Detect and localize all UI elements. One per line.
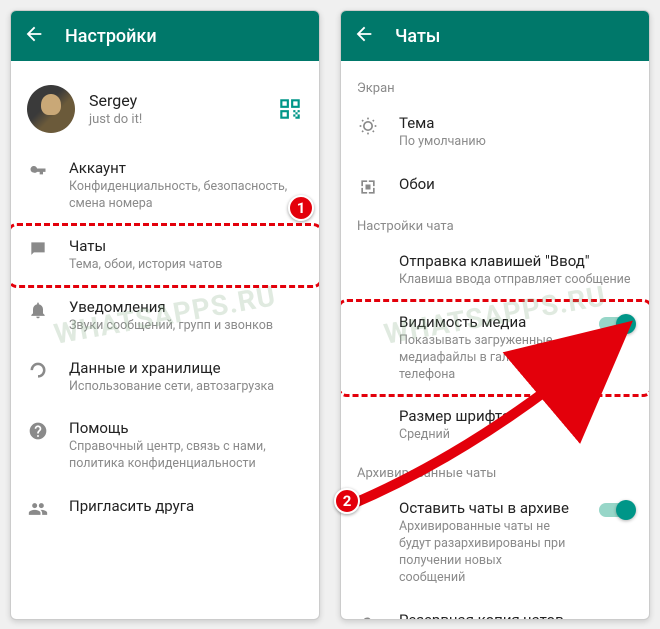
chat-item-enter-send[interactable]: Отправка клавишей "Ввод" Клавиша ввода о…: [341, 240, 649, 301]
key-icon: [27, 159, 49, 181]
section-label-screen: Экран: [341, 71, 649, 102]
chat-item-font-size[interactable]: Размер шрифта Средний: [341, 395, 649, 456]
header-title: Чаты: [395, 26, 440, 47]
toggle-on[interactable]: [599, 503, 633, 517]
data-icon: [27, 359, 49, 381]
chat-item-wallpaper[interactable]: Обои: [341, 163, 649, 209]
item-title: Чаты: [69, 237, 303, 255]
item-title: Данные и хранилище: [69, 359, 303, 377]
header-bar: Чаты: [341, 11, 649, 61]
header-bar: Настройки: [11, 11, 319, 61]
chat-item-theme[interactable]: Тема По умолчанию: [341, 102, 649, 163]
wallpaper-icon: [357, 175, 379, 197]
qr-icon[interactable]: [277, 96, 303, 122]
settings-item-help[interactable]: Помощь Справочный центр, связь с нами, п…: [11, 407, 319, 485]
settings-item-storage[interactable]: Данные и хранилище Использование сети, а…: [11, 347, 319, 408]
item-sub: Архивированные чаты не будут разархивиро…: [399, 519, 571, 587]
profile-row[interactable]: Sergey just do it!: [11, 71, 319, 147]
bell-icon: [27, 298, 49, 320]
settings-item-invite[interactable]: Пригласить друга: [11, 485, 319, 531]
settings-item-notifications[interactable]: Уведомления Звуки сообщений, групп и зво…: [11, 286, 319, 347]
item-title: Тема: [399, 114, 633, 132]
item-sub: Клавиша ввода отправляет сообщение: [399, 272, 633, 289]
item-title: Уведомления: [69, 298, 303, 316]
item-sub: Использование сети, автозагрузка: [69, 379, 303, 396]
chat-item-media-visibility[interactable]: Видимость медиа Показывать загруженные м…: [341, 301, 649, 396]
cloud-icon: [357, 611, 379, 619]
toggle-on[interactable]: [599, 317, 633, 331]
section-label-chat: Настройки чата: [341, 209, 649, 240]
item-title: Помощь: [69, 419, 303, 437]
item-sub: По умолчанию: [399, 134, 633, 151]
header-title: Настройки: [65, 26, 157, 47]
item-sub: Конфиденциальность, безопасность, смена …: [69, 179, 303, 213]
settings-item-account[interactable]: Аккаунт Конфиденциальность, безопасность…: [11, 147, 319, 225]
item-sub: Тема, обои, история чатов: [69, 257, 303, 274]
profile-status: just do it!: [89, 112, 263, 127]
people-icon: [27, 497, 49, 519]
item-title: Аккаунт: [69, 159, 303, 177]
avatar: [27, 85, 75, 133]
help-icon: [27, 419, 49, 441]
item-sub: Показывать загруженные медиафайлы в гале…: [399, 333, 571, 384]
profile-name: Sergey: [89, 91, 263, 110]
annotation-badge-1: 1: [288, 195, 314, 221]
chats-content: Экран Тема По умолчанию Обои Настройки ч…: [341, 61, 649, 619]
chat-item-backup[interactable]: Резервная копия чатов: [341, 599, 649, 619]
theme-icon: [357, 114, 379, 136]
item-sub: Средний: [399, 427, 633, 444]
item-title: Размер шрифта: [399, 407, 633, 425]
chats-settings-screen: Чаты Экран Тема По умолчанию Обои Настро…: [340, 10, 650, 620]
item-title: Видимость медиа: [399, 313, 571, 331]
message-icon: [27, 237, 49, 259]
item-title: Резервная копия чатов: [399, 611, 633, 619]
settings-item-chats[interactable]: Чаты Тема, обои, история чатов: [11, 225, 319, 286]
chat-item-keep-archived[interactable]: Оставить чаты в архиве Архивированные ча…: [341, 487, 649, 599]
item-sub: Звуки сообщений, групп и звонков: [69, 318, 303, 335]
item-title: Отправка клавишей "Ввод": [399, 252, 633, 270]
back-icon[interactable]: [353, 23, 375, 49]
item-title: Пригласить друга: [69, 497, 303, 515]
settings-screen: Настройки Sergey just do it! Аккаунт Кон…: [10, 10, 320, 620]
settings-content: Sergey just do it! Аккаунт Конфиденциаль…: [11, 61, 319, 619]
item-title: Обои: [399, 175, 633, 193]
section-label-archive: Архивированные чаты: [341, 456, 649, 487]
back-icon[interactable]: [23, 23, 45, 49]
item-sub: Справочный центр, связь с нами, политика…: [69, 439, 303, 473]
annotation-badge-2: 2: [334, 488, 360, 514]
item-title: Оставить чаты в архиве: [399, 499, 571, 517]
